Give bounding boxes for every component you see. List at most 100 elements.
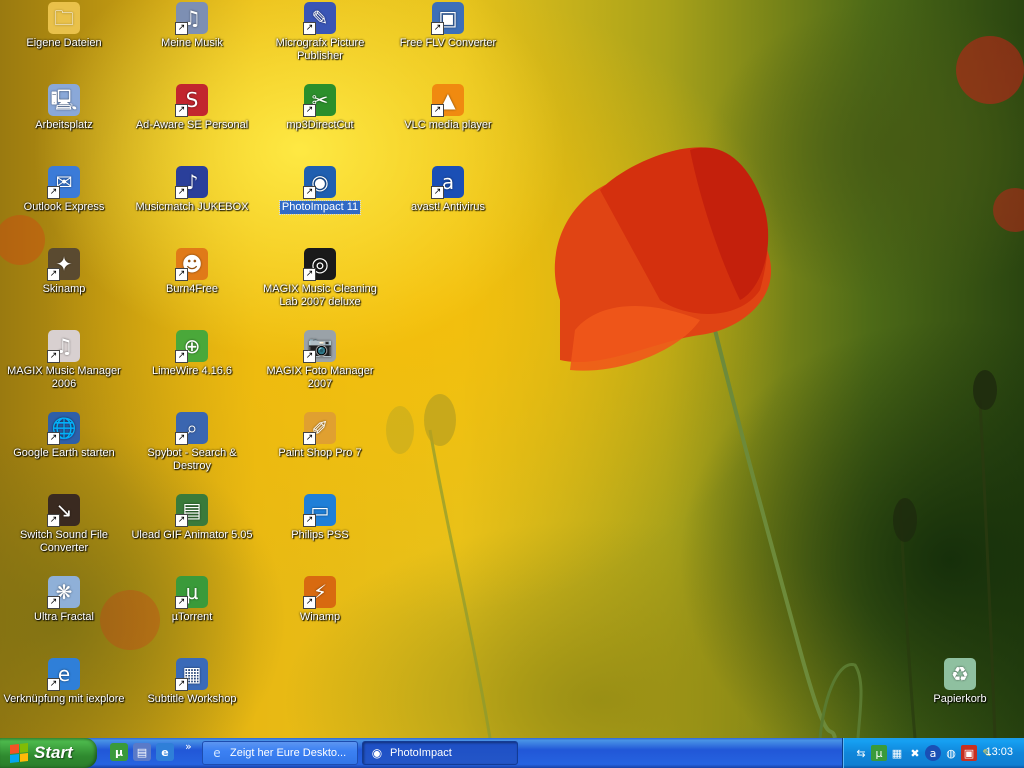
desktop-icon-outlook-express[interactable]: ✉ ↗ Outlook Express bbox=[0, 166, 128, 214]
desktop-icon-vlc-cone[interactable]: ▲ ↗ VLC media player bbox=[384, 84, 512, 132]
desktop-icon-google-earth[interactable]: 🌐 ↗ Google Earth starten bbox=[0, 412, 128, 460]
desktop-icon-winamp[interactable]: ⚡ ↗ Winamp bbox=[256, 576, 384, 624]
musicmatch-icon: ♪ ↗ bbox=[175, 166, 208, 199]
security-icon[interactable]: ✖ bbox=[907, 745, 923, 761]
desktop-icon-label: Switch Sound File Converter bbox=[19, 529, 109, 554]
desktop-icon-label: PhotoImpact 11 bbox=[278, 200, 362, 215]
shortcut-arrow-icon: ↗ bbox=[175, 268, 188, 281]
my-computer-icon: 🖳 bbox=[48, 84, 80, 116]
desktop-icon-magix-cleaning-lab[interactable]: ◎ ↗ MAGIX Music Cleaning Lab 2007 deluxe bbox=[256, 248, 384, 309]
desktop-icon-gif-animator[interactable]: ▤ ↗ Ulead GIF Animator 5.05 bbox=[128, 494, 256, 542]
desktop-icon-skinamp[interactable]: ✦ ↗ Skinamp bbox=[0, 248, 128, 296]
desktop-icon-picture-publisher[interactable]: ✎ ↗ Micrografx Picture Publisher bbox=[256, 2, 384, 63]
desktop-icon-burn4free[interactable]: ☻ ↗ Burn4Free bbox=[128, 248, 256, 296]
limewire-icon: ⊕ ↗ bbox=[175, 330, 208, 363]
desktop-icon-label: Subtitle Workshop bbox=[147, 693, 237, 705]
desktop-icon-folder-documents[interactable]: 🗀 Eigene Dateien bbox=[0, 2, 128, 50]
shortcut-arrow-icon: ↗ bbox=[47, 514, 60, 527]
desktop-icon-avast[interactable]: a ↗ avast! Antivirus bbox=[384, 166, 512, 214]
internet-explorer-icon: e ↗ bbox=[47, 658, 80, 691]
shortcut-arrow-icon: ↗ bbox=[175, 596, 188, 609]
subtitle-workshop-icon: ▦ ↗ bbox=[175, 658, 208, 691]
desktop-icon-ultra-fractal[interactable]: ❋ ↗ Ultra Fractal bbox=[0, 576, 128, 624]
desktop-icon-label: Free FLV Converter bbox=[399, 37, 497, 49]
winamp-icon: ⚡ ↗ bbox=[303, 576, 336, 609]
desktop-icon-ad-aware[interactable]: S ↗ Ad-Aware SE Personal bbox=[128, 84, 256, 132]
desktop-icon-limewire[interactable]: ⊕ ↗ LimeWire 4.16.6 bbox=[128, 330, 256, 378]
desktop-icon-label: Eigene Dateien bbox=[26, 37, 102, 49]
internet-explorer-quicklaunch-icon[interactable]: e bbox=[156, 743, 174, 761]
desktop-icon-label: Outlook Express bbox=[23, 201, 105, 213]
magix-music-manager-icon: ♫ ↗ bbox=[47, 330, 80, 363]
vlc-cone-icon: ▲ ↗ bbox=[431, 84, 464, 117]
utorrent-tray-icon[interactable]: µ bbox=[871, 745, 887, 761]
desktop-icon-label: Ulead GIF Animator 5.05 bbox=[131, 529, 253, 541]
volume-icon[interactable]: ◍ bbox=[943, 745, 959, 761]
network-icon[interactable]: ⇆ bbox=[853, 745, 869, 761]
desktop-icon-label: mp3DirectCut bbox=[286, 119, 354, 131]
display-icon[interactable]: ▣ bbox=[961, 745, 977, 761]
desktop-icon-label: Musicmatch JUKEBOX bbox=[135, 201, 249, 213]
desktop-icon-label: VLC media player bbox=[404, 119, 492, 131]
taskbar-button-photoimpact[interactable]: ◉ PhotoImpact bbox=[362, 741, 518, 765]
desktop-icon-label: avast! Antivirus bbox=[411, 201, 485, 213]
desktop-icon-recycle-bin[interactable]: ♻ Papierkorb bbox=[896, 658, 1024, 706]
shortcut-arrow-icon: ↗ bbox=[431, 22, 444, 35]
desktop-icon-paint-shop-pro[interactable]: ✐ ↗ Paint Shop Pro 7 bbox=[256, 412, 384, 460]
ad-aware-icon: S ↗ bbox=[175, 84, 208, 117]
shortcut-arrow-icon: ↗ bbox=[303, 596, 316, 609]
outlook-express-icon: ✉ ↗ bbox=[47, 166, 80, 199]
spybot-icon: ⌕ ↗ bbox=[175, 412, 208, 445]
shortcut-arrow-icon: ↗ bbox=[175, 432, 188, 445]
shortcut-arrow-icon: ↗ bbox=[303, 432, 316, 445]
desktop-icon-label: Ultra Fractal bbox=[34, 611, 94, 623]
desktop-icon-label: Spybot - Search & Destroy bbox=[147, 447, 237, 472]
desktop-icon-musicmatch[interactable]: ♪ ↗ Musicmatch JUKEBOX bbox=[128, 166, 256, 214]
system-tray: ⇆ µ ▦ ✖ a ◍ ▣ ✎ 13:03 bbox=[842, 738, 1024, 768]
burn4free-icon: ☻ ↗ bbox=[175, 248, 208, 281]
desktop-icon-music-folder[interactable]: ♫ ↗ Meine Musik bbox=[128, 2, 256, 50]
desktop-icon-switch-converter[interactable]: ↘ ↗ Switch Sound File Converter bbox=[0, 494, 128, 555]
desktop-icon-label: MAGIX Music Manager 2006 bbox=[7, 365, 121, 390]
desktop-icon-magix-music-manager[interactable]: ♫ ↗ MAGIX Music Manager 2006 bbox=[0, 330, 128, 391]
taskbar-button-browser[interactable]: e Zeigt her Eure Deskto... bbox=[202, 741, 358, 765]
desktop-icon-label: Winamp bbox=[299, 611, 341, 623]
shortcut-arrow-icon: ↗ bbox=[303, 104, 316, 117]
desktop-icon-internet-explorer[interactable]: e ↗ Verknüpfung mit iexplore bbox=[0, 658, 128, 706]
desktop-icon-label: µTorrent bbox=[171, 611, 213, 623]
quick-launch-more-button[interactable]: » bbox=[185, 740, 192, 753]
desktop-icon-philips-pss[interactable]: ▭ ↗ Philips PSS bbox=[256, 494, 384, 542]
mp3directcut-icon: ✂ ↗ bbox=[303, 84, 336, 117]
avast-icon: a ↗ bbox=[431, 166, 464, 199]
clock[interactable]: 13:03 bbox=[985, 746, 1013, 758]
folder-documents-icon: 🗀 bbox=[48, 2, 80, 34]
desktop-icon-photoimpact[interactable]: ◉ ↗ PhotoImpact 11 bbox=[256, 166, 384, 215]
flv-converter-icon: ▣ ↗ bbox=[431, 2, 464, 35]
photoimpact-icon: ◉ ↗ bbox=[303, 166, 336, 199]
shortcut-arrow-icon: ↗ bbox=[47, 350, 60, 363]
paint-shop-pro-icon: ✐ ↗ bbox=[303, 412, 336, 445]
desktop-icon-subtitle-workshop[interactable]: ▦ ↗ Subtitle Workshop bbox=[128, 658, 256, 706]
shortcut-arrow-icon: ↗ bbox=[175, 186, 188, 199]
desktop-icon-label: Meine Musik bbox=[161, 37, 223, 49]
shortcut-arrow-icon: ↗ bbox=[47, 268, 60, 281]
desktop-icon-flv-converter[interactable]: ▣ ↗ Free FLV Converter bbox=[384, 2, 512, 50]
shortcut-arrow-icon: ↗ bbox=[175, 514, 188, 527]
start-button[interactable]: Start bbox=[0, 738, 97, 768]
desktop-icon-my-computer[interactable]: 🖳 Arbeitsplatz bbox=[0, 84, 128, 132]
magix-foto-manager-icon: 📷 ↗ bbox=[303, 330, 336, 363]
desktop-icon-label: Google Earth starten bbox=[13, 447, 115, 459]
desktop-icon-spybot[interactable]: ⌕ ↗ Spybot - Search & Destroy bbox=[128, 412, 256, 473]
network-connection-icon[interactable]: ▦ bbox=[889, 745, 905, 761]
desktop-icon-label: Papierkorb bbox=[933, 693, 987, 705]
desktop-icon-label: MAGIX Foto Manager 2007 bbox=[266, 365, 374, 390]
desktop-icon-magix-foto-manager[interactable]: 📷 ↗ MAGIX Foto Manager 2007 bbox=[256, 330, 384, 391]
desktop-icon-utorrent[interactable]: µ ↗ µTorrent bbox=[128, 576, 256, 624]
avast-tray-icon[interactable]: a bbox=[925, 745, 941, 761]
show-desktop-icon[interactable]: ▤ bbox=[133, 743, 151, 761]
desktop-icon-mp3directcut[interactable]: ✂ ↗ mp3DirectCut bbox=[256, 84, 384, 132]
utorrent-quicklaunch-icon[interactable]: µ bbox=[110, 743, 128, 761]
shortcut-arrow-icon: ↗ bbox=[47, 678, 60, 691]
music-folder-icon: ♫ ↗ bbox=[175, 2, 208, 35]
shortcut-arrow-icon: ↗ bbox=[431, 104, 444, 117]
